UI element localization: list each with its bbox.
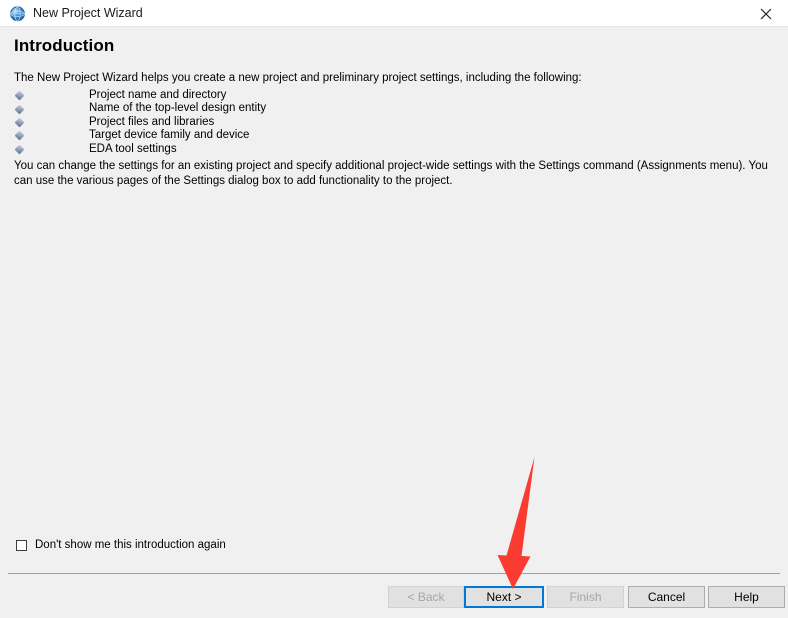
list-item: Project files and libraries	[0, 116, 600, 129]
page-title: Introduction	[14, 36, 115, 55]
settings-paragraph: You can change the settings for an exist…	[14, 160, 768, 187]
window-title: New Project Wizard	[33, 6, 143, 20]
diamond-bullet-icon	[14, 144, 25, 155]
cancel-button[interactable]: Cancel	[628, 586, 705, 608]
feature-list: Project name and directory Name of the t…	[0, 89, 600, 156]
intro-paragraph: The New Project Wizard helps you create …	[14, 72, 582, 84]
list-item: EDA tool settings	[0, 143, 600, 156]
wizard-content-panel: Introduction The New Project Wizard help…	[0, 27, 788, 618]
list-item-label: Name of the top-level design entity	[89, 102, 267, 115]
close-icon[interactable]	[743, 0, 788, 27]
list-item-label: EDA tool settings	[89, 142, 177, 155]
help-button[interactable]: Help	[708, 586, 785, 608]
diamond-bullet-icon	[14, 130, 25, 141]
dont-show-introduction-checkbox[interactable]	[16, 539, 27, 551]
list-item-label: Project files and libraries	[89, 115, 215, 128]
list-item: Project name and directory	[0, 89, 600, 102]
finish-button[interactable]: Finish	[547, 586, 624, 608]
next-button[interactable]: Next >	[464, 586, 544, 608]
list-item-label: Target device family and device	[89, 129, 250, 142]
quartus-globe-icon	[9, 5, 27, 22]
diamond-bullet-icon	[14, 90, 25, 101]
back-button[interactable]: < Back	[388, 586, 464, 608]
list-item: Target device family and device	[0, 129, 600, 142]
diamond-bullet-icon	[14, 117, 25, 128]
footer-divider	[8, 573, 780, 574]
list-item: Name of the top-level design entity	[0, 102, 600, 115]
dont-show-introduction-checkbox-row[interactable]: Don't show me this introduction again	[16, 537, 226, 553]
window-titlebar: New Project Wizard	[0, 0, 788, 27]
list-item-label: Project name and directory	[89, 89, 227, 101]
dont-show-introduction-label: Don't show me this introduction again	[35, 539, 226, 551]
diamond-bullet-icon	[14, 104, 25, 115]
